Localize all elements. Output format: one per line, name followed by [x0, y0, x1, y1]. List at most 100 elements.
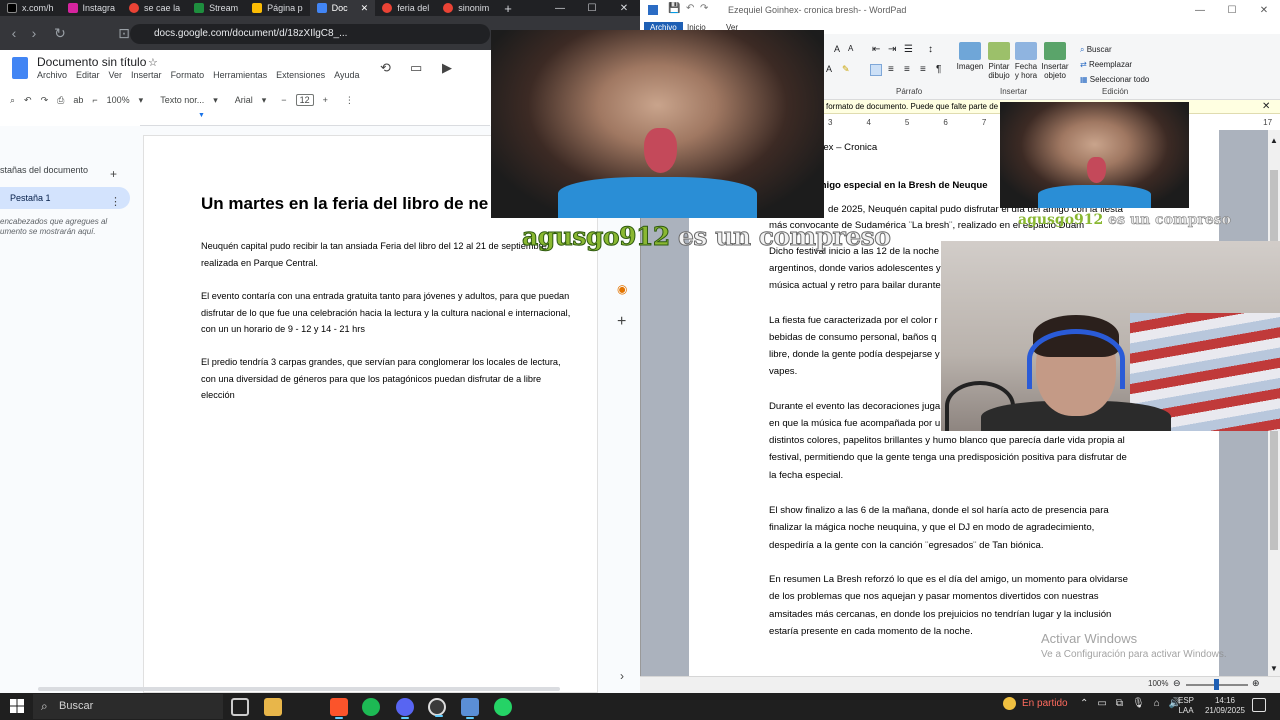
close-icon[interactable]: ✕	[1248, 0, 1280, 20]
font-size-decrease-icon[interactable]: −	[281, 95, 286, 105]
maximize-icon[interactable]: ☐	[1216, 0, 1248, 20]
spellcheck-icon[interactable]: ab	[73, 95, 83, 105]
file-explorer-icon[interactable]	[264, 698, 282, 716]
url-input[interactable]: docs.google.com/document/d/18zXIlgC8_...	[130, 24, 490, 44]
align-left-icon[interactable]	[870, 64, 882, 76]
print-icon[interactable]: ⎙	[57, 95, 64, 106]
close-warning-icon[interactable]: ✕	[1262, 101, 1270, 112]
maximize-icon[interactable]: ☐	[576, 0, 608, 16]
browser-tab[interactable]: se cae la	[122, 0, 187, 16]
list-icon[interactable]: ☰	[904, 44, 913, 55]
browser-tab-active[interactable]: Doc ✕	[309, 0, 376, 16]
obs-icon[interactable]	[428, 698, 446, 717]
undo-icon[interactable]: ↶	[24, 95, 32, 106]
whatsapp-icon[interactable]	[494, 698, 512, 716]
task-view-icon[interactable]	[231, 698, 249, 716]
grow-font-icon[interactable]: A	[834, 44, 840, 54]
language-indicator[interactable]: ESP LAA	[1178, 696, 1194, 716]
docs-logo-icon[interactable]	[12, 57, 28, 79]
close-icon[interactable]: ✕	[608, 0, 640, 16]
style-select[interactable]: Texto nor...	[160, 95, 204, 105]
reload-icon[interactable]: ↻	[50, 25, 70, 42]
paragraph-icon[interactable]: ¶	[936, 64, 941, 75]
insert-object-button[interactable]: Insertar objeto	[1040, 42, 1070, 80]
align-right-icon[interactable]: ≡	[904, 64, 910, 75]
windows-start-icon[interactable]	[10, 699, 24, 713]
wordpad-taskbar-icon[interactable]	[461, 698, 479, 719]
new-tab-icon[interactable]: +	[496, 1, 520, 16]
menu-editar[interactable]: Editar	[76, 70, 100, 80]
justify-icon[interactable]: ≡	[920, 64, 926, 75]
menu-formato[interactable]: Formato	[171, 70, 205, 80]
comments-icon[interactable]: ▭	[410, 60, 422, 76]
save-icon[interactable]: 💾	[668, 3, 680, 14]
scroll-up-icon[interactable]: ▲	[1270, 136, 1278, 145]
undo-icon[interactable]: ↶	[686, 3, 694, 14]
notification-icon[interactable]	[1252, 698, 1266, 712]
tab-options-icon[interactable]: ⋮	[110, 195, 121, 208]
line-spacing-icon[interactable]: ↕	[928, 44, 933, 55]
live-match-widget[interactable]: En partido	[1003, 697, 1068, 710]
redo-icon[interactable]: ↷	[41, 95, 49, 106]
menu-extensiones[interactable]: Extensiones	[276, 70, 325, 80]
history-icon[interactable]: ⟲	[380, 60, 391, 76]
forward-icon[interactable]: ›	[24, 25, 44, 41]
system-clock[interactable]: 14:16 21/09/2025	[1200, 696, 1250, 716]
font-size-input[interactable]: 12	[295, 94, 314, 106]
zoom-select[interactable]: 100%	[107, 95, 130, 105]
browser-tab[interactable]: Instagra	[61, 0, 123, 16]
keep-icon[interactable]: ◉	[617, 282, 627, 296]
menu-ver[interactable]: Ver	[109, 70, 123, 80]
close-tab-icon[interactable]: ✕	[361, 3, 369, 14]
highlight-icon[interactable]: ✎	[842, 64, 850, 75]
browser-tab[interactable]: Página p	[245, 0, 310, 16]
browser-tab[interactable]: x.com/h	[0, 0, 61, 16]
font-select[interactable]: Arial	[235, 95, 253, 105]
microphone-icon[interactable]: 🎙	[1132, 698, 1145, 709]
browser-tab[interactable]: Stream	[187, 0, 245, 16]
increase-indent-icon[interactable]: ⇥	[888, 44, 896, 55]
network-icon[interactable]: ⌂	[1154, 698, 1160, 709]
tray-app-icon[interactable]: ⧉	[1116, 698, 1123, 709]
discord-icon[interactable]	[396, 698, 414, 719]
align-center-icon[interactable]: ≡	[888, 64, 894, 75]
shrink-font-icon[interactable]: A	[848, 44, 853, 53]
tray-app-icon[interactable]: ▭	[1097, 698, 1106, 709]
meet-icon[interactable]: ▶	[442, 60, 452, 76]
more-options-icon[interactable]: ⋮	[345, 95, 354, 106]
chevron-up-icon[interactable]: ⌃	[1080, 698, 1088, 709]
document-page[interactable]	[143, 135, 598, 693]
search-icon[interactable]: ⌕	[10, 95, 15, 106]
menu-ayuda[interactable]: Ayuda	[334, 70, 359, 80]
decrease-indent-icon[interactable]: ⇤	[872, 44, 880, 55]
scroll-down-icon[interactable]: ▼	[1270, 664, 1278, 673]
taskbar-search[interactable]: ⌕ Buscar	[33, 694, 223, 719]
paint-drawing-button[interactable]: Pintar dibujo	[985, 42, 1013, 80]
indent-marker-icon[interactable]: ▼	[198, 112, 205, 119]
brave-icon[interactable]	[330, 698, 348, 719]
get-addons-icon[interactable]: +	[617, 313, 626, 331]
menu-insertar[interactable]: Insertar	[131, 70, 162, 80]
document-title[interactable]: Documento sin título	[37, 55, 146, 69]
horizontal-scrollbar[interactable]	[38, 687, 560, 691]
zoom-slider-thumb[interactable]	[1214, 679, 1219, 690]
menu-herramientas[interactable]: Herramientas	[213, 70, 267, 80]
minimize-icon[interactable]: —	[1184, 0, 1216, 20]
replace-button[interactable]: ⇄ Reemplazar	[1080, 57, 1149, 72]
zoom-in-icon[interactable]: ⊕	[1252, 678, 1260, 689]
font-color-icon[interactable]: A	[826, 64, 832, 74]
zoom-out-icon[interactable]: ⊖	[1173, 678, 1181, 689]
browser-tab[interactable]: sinonim	[436, 0, 496, 16]
find-button[interactable]: ⌕ Buscar	[1080, 42, 1149, 57]
back-icon[interactable]: ‹	[4, 25, 24, 41]
browser-tab[interactable]: feria del	[375, 0, 436, 16]
star-icon[interactable]: ☆	[148, 56, 158, 69]
redo-icon[interactable]: ↷	[700, 3, 708, 14]
menu-archivo[interactable]: Archivo	[37, 70, 67, 80]
add-tab-icon[interactable]: +	[110, 167, 117, 181]
date-time-button[interactable]: Fecha y hora	[1012, 42, 1040, 80]
select-all-button[interactable]: ▦ Seleccionar todo	[1080, 72, 1149, 87]
insert-image-button[interactable]: Imagen	[956, 42, 984, 71]
spotify-icon[interactable]	[362, 698, 380, 716]
minimize-icon[interactable]: —	[544, 0, 576, 16]
